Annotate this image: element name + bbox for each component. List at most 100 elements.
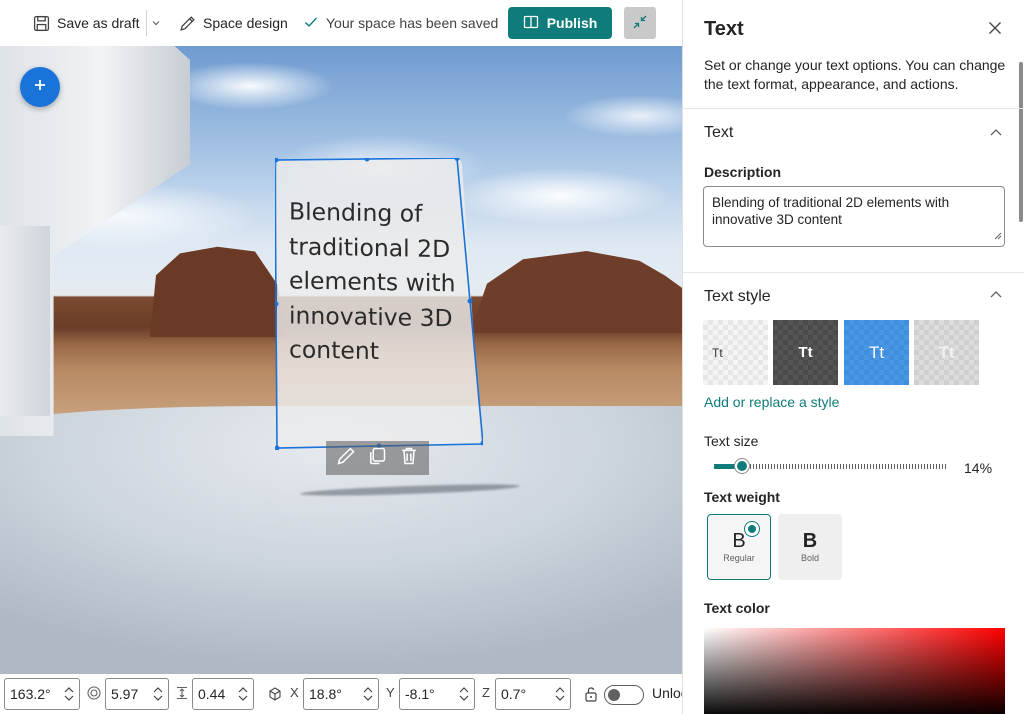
height-field[interactable]: 0.44 [192,678,254,710]
rotation-x-field[interactable]: 18.8° [303,678,379,710]
style-tile-label: Tt [712,345,723,360]
object-action-bar [326,441,429,475]
lock-toggle-label: Unlock [652,685,682,701]
divider [683,108,1024,109]
rotation-value: 163.2° [10,686,51,702]
arrows-collapse-icon [632,14,648,33]
space-design-button[interactable]: Space design [179,7,288,39]
transform-bar: 163.2° 5.97 0.44 X 18.8° Y -8.1° Z 0.7° … [0,674,682,714]
unlock-icon [584,686,598,702]
slider-thumb[interactable] [733,458,750,474]
x-label: X [290,685,299,700]
rotation-z-field[interactable]: 0.7° [495,678,571,710]
delete-object-button[interactable] [395,444,423,472]
text-object[interactable]: Blending of traditional 2D elements with… [275,158,483,450]
chevron-down-icon [151,15,161,31]
text-style-blue[interactable]: Tt [844,320,909,385]
app-root: Save as draft Space design Your space ha… [0,0,1024,714]
text-weight-label: Text weight [704,489,780,505]
text-size-value: 14% [964,460,993,476]
divider [683,272,1024,273]
collapse-button[interactable] [624,7,656,39]
z-label: Z [482,685,490,700]
chevron-up-icon [990,285,1002,303]
weight-bold-label: Bold [800,553,819,563]
text-object-content: Blending of traditional 2D elements with… [289,197,456,365]
rotate-3d-icon [267,686,283,702]
weight-regular-label: Regular [723,553,755,563]
height-stepper[interactable] [235,680,251,708]
description-text: Blending of traditional 2D elements with… [712,195,950,227]
text-style-transparent[interactable]: Tt [914,320,979,385]
book-icon [523,14,539,33]
description-textarea[interactable]: Blending of traditional 2D elements with… [703,186,1005,247]
lock-toggle[interactable] [604,685,644,705]
weight-regular-option[interactable]: B Regular [707,514,771,580]
plus-icon [32,77,48,98]
height-icon [175,686,189,700]
scale-stepper[interactable] [150,680,166,708]
panel-description: Set or change your text options. You can… [704,57,1006,92]
save-as-draft-label: Save as draft [57,15,140,31]
rotation-y-stepper[interactable] [456,680,472,708]
publish-button[interactable]: Publish [508,7,612,39]
resize-grip-icon[interactable] [992,227,1002,244]
publish-label: Publish [546,15,598,31]
text-color-label: Text color [704,600,770,616]
trash-icon [399,446,419,471]
top-toolbar: Save as draft Space design Your space ha… [0,0,682,46]
rotation-x-value: 18.8° [309,686,342,702]
weight-selected-radio [744,521,760,537]
target-icon [87,686,101,700]
section-text-header[interactable]: Text [704,124,733,142]
close-icon [988,21,1002,40]
height-value: 0.44 [198,686,226,702]
weight-bold-option[interactable]: B Bold [778,514,842,580]
chevron-up-icon [990,123,1002,141]
lock-toggle-knob [608,689,620,701]
duplicate-object-button[interactable] [363,444,391,472]
pencil-icon [336,446,356,471]
space-canvas[interactable]: Blending of traditional 2D elements with… [0,46,682,674]
style-tile-label: Tt [938,342,955,362]
text-size-slider[interactable] [714,458,946,474]
space-design-label: Space design [203,15,288,31]
panel-title: Text [704,18,744,40]
rotation-z-value: 0.7° [501,686,527,702]
rotation-stepper[interactable] [61,680,77,708]
scale-value: 5.97 [111,686,139,702]
add-replace-style-link[interactable]: Add or replace a style [704,394,839,410]
section-style-header[interactable]: Text style [704,288,771,306]
style-tile-label: Tt [868,342,885,362]
close-panel-button[interactable] [985,20,1005,40]
rotation-z-stepper[interactable] [552,680,568,708]
scale-field[interactable]: 5.97 [105,678,169,710]
y-label: Y [386,685,395,700]
text-style-dark[interactable]: Tt [773,320,838,385]
text-properties-panel: Text Set or change your text options. Yo… [682,0,1024,714]
save-icon [33,15,50,32]
pencil-icon [179,15,196,32]
description-label: Description [704,164,782,180]
room-wall-lower [0,226,50,416]
save-as-draft-button[interactable]: Save as draft [33,7,140,39]
text-style-light[interactable]: Tt [703,320,768,385]
section-text-collapse[interactable] [988,124,1004,140]
add-object-button[interactable] [20,67,60,107]
rotation-x-stepper[interactable] [360,680,376,708]
section-style-collapse[interactable] [988,286,1004,302]
style-tile-label: Tt [798,344,813,361]
checkmark-icon [303,14,319,33]
text-size-label: Text size [704,433,759,449]
save-status: Your space has been saved [303,7,498,39]
weight-bold-glyph: B [802,530,818,552]
rotation-y-field[interactable]: -8.1° [399,678,475,710]
save-status-text: Your space has been saved [326,15,499,31]
edit-object-button[interactable] [332,444,360,472]
rotation-y-value: -8.1° [405,686,435,702]
rotation-field[interactable]: 163.2° [4,678,80,710]
save-options-dropdown[interactable] [146,10,164,36]
panel-scrollbar[interactable] [1019,62,1023,222]
copy-icon [367,446,387,471]
color-picker-area[interactable] [704,628,1005,714]
